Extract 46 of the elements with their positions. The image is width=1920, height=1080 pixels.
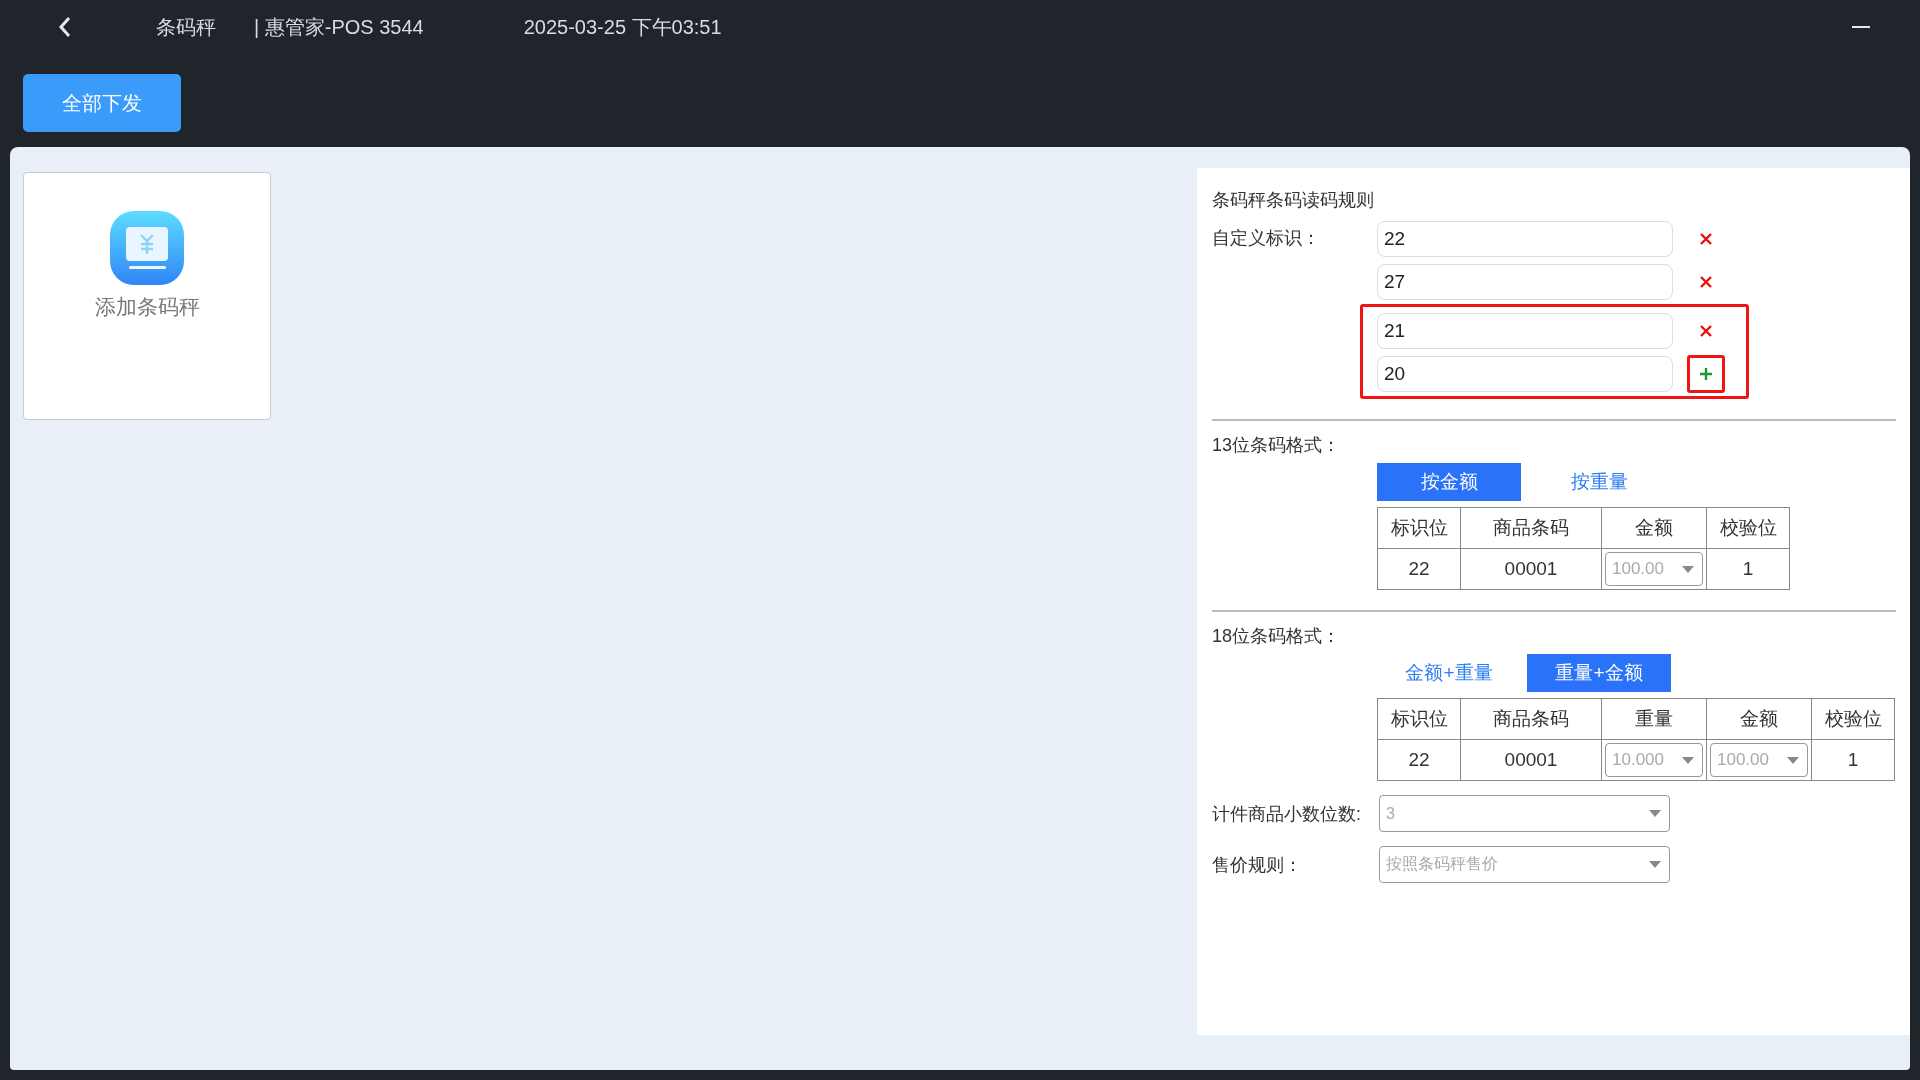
table-cell: 00001	[1460, 739, 1602, 781]
format-option-tab[interactable]: 重量+金额	[1527, 654, 1671, 692]
value-dropdown[interactable]: 100.00	[1605, 552, 1703, 586]
rules-title: 条码秤条码读码规则	[1212, 189, 1375, 212]
identifier-field[interactable]: 27	[1377, 264, 1673, 300]
column-header: 校验位	[1811, 698, 1895, 740]
dropdown-caret-icon	[1682, 565, 1694, 573]
setting-label: 售价规则：	[1212, 853, 1303, 877]
store-name: | 惠管家-POS 3544	[254, 14, 424, 40]
column-header: 商品条码	[1460, 698, 1602, 740]
add-icon[interactable]	[1687, 355, 1725, 393]
table-cell: 22	[1377, 739, 1461, 781]
setting-dropdown[interactable]: 3	[1379, 795, 1670, 832]
send-all-button[interactable]: 全部下发	[23, 74, 181, 132]
value-dropdown[interactable]: 100.00	[1710, 743, 1808, 777]
column-header: 商品条码	[1460, 507, 1602, 549]
format-label: 13位条码格式：	[1212, 434, 1342, 457]
add-scale-card[interactable]: 添加条码秤	[23, 172, 271, 420]
identifier-field[interactable]: 21	[1377, 313, 1673, 349]
table-cell: 00001	[1460, 548, 1602, 590]
dropdown-caret-icon	[1787, 756, 1799, 764]
setting-dropdown[interactable]: 按照条码秤售价	[1379, 846, 1670, 883]
dropdown-caret-icon	[1649, 810, 1661, 817]
format-option-tab[interactable]: 按金额	[1377, 463, 1521, 501]
column-header: 金额	[1706, 698, 1812, 740]
dropdown-caret-icon	[1682, 756, 1694, 764]
setting-label: 计件商品小数位数:	[1212, 802, 1362, 826]
table-cell: 22	[1377, 548, 1461, 590]
scale-app-icon	[110, 211, 184, 285]
back-icon[interactable]	[58, 16, 72, 38]
column-header: 金额	[1601, 507, 1707, 549]
format-label: 18位条码格式：	[1212, 625, 1342, 648]
column-header: 重量	[1601, 698, 1707, 740]
dropdown-caret-icon	[1649, 861, 1661, 868]
identifier-field[interactable]: 22	[1377, 221, 1673, 257]
identifier-label: 自定义标识：	[1212, 227, 1321, 250]
table-cell: 1	[1706, 548, 1790, 590]
value-dropdown[interactable]: 10.000	[1605, 743, 1703, 777]
add-scale-label: 添加条码秤	[94, 294, 200, 320]
identifier-field[interactable]: 20	[1377, 356, 1673, 392]
column-header: 校验位	[1706, 507, 1790, 549]
date-time: 2025-03-25 下午03:51	[523, 14, 722, 40]
table-cell: 1	[1811, 739, 1895, 781]
column-header: 标识位	[1377, 698, 1461, 740]
column-header: 标识位	[1377, 507, 1461, 549]
page-title: 条码秤	[156, 14, 216, 40]
